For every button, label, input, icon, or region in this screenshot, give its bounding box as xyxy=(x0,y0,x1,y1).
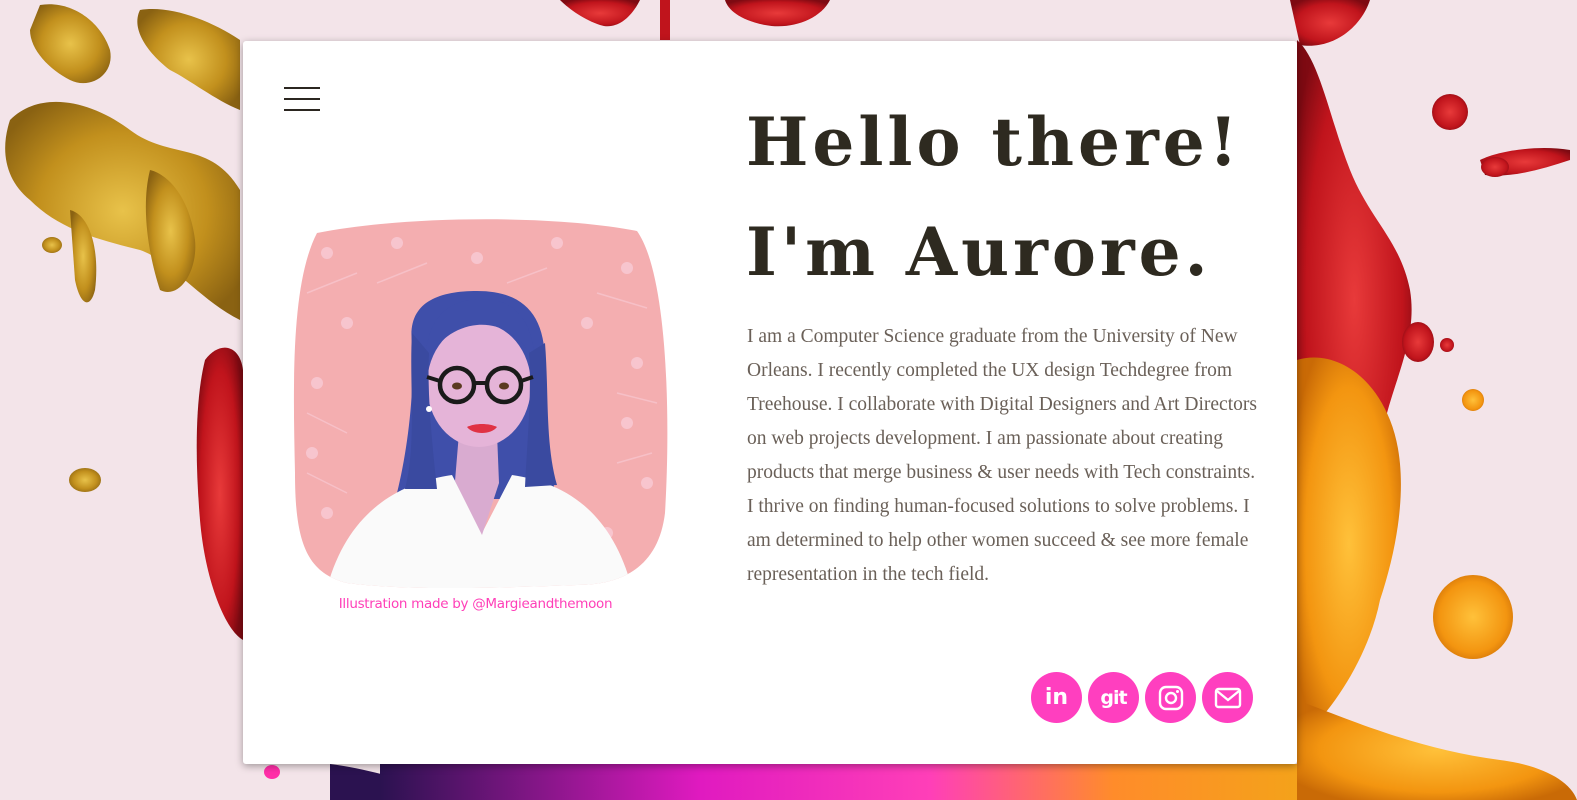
intro-card: Illustration made by @Margieandthemoon H… xyxy=(243,41,1297,764)
instagram-button[interactable] xyxy=(1145,672,1196,723)
linkedin-button[interactable]: in xyxy=(1031,672,1082,723)
github-icon: git xyxy=(1100,686,1127,709)
hamburger-menu-icon[interactable] xyxy=(284,87,320,113)
linkedin-icon: in xyxy=(1044,685,1069,710)
portrait-illustration xyxy=(293,219,668,588)
illustration-credit[interactable]: Illustration made by @Margieandthemoon xyxy=(313,596,638,612)
github-button[interactable]: git xyxy=(1088,672,1139,723)
bio-paragraph: I am a Computer Science graduate from th… xyxy=(747,326,1257,585)
greeting-line-2: I'm Aurore. xyxy=(746,213,1212,291)
social-links: in git xyxy=(1031,672,1253,723)
page-title: Hello there! I'm Aurore. xyxy=(746,87,1242,307)
email-button[interactable] xyxy=(1202,672,1253,723)
instagram-icon xyxy=(1158,685,1183,710)
greeting-line-1: Hello there! xyxy=(746,103,1242,181)
email-icon xyxy=(1214,687,1241,708)
